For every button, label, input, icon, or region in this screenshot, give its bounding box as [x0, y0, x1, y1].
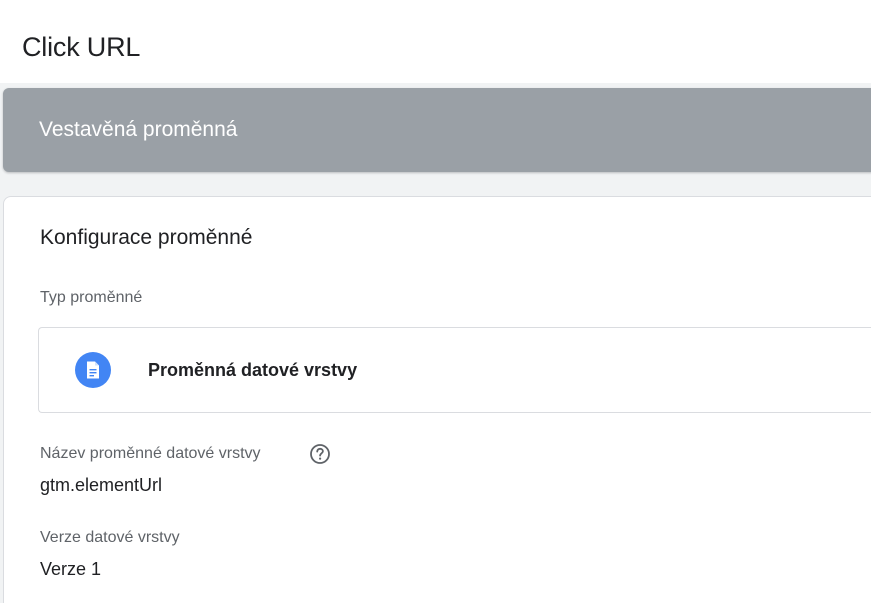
help-circle-icon[interactable]	[309, 443, 331, 465]
variable-editor-page: Click URL Vestavěná proměnná Konfigurace…	[0, 0, 871, 603]
data-layer-variable-name-label: Název proměnné datové vrstvy	[40, 445, 261, 462]
data-layer-version-value: Verze 1	[40, 559, 102, 579]
variable-type-selector[interactable]: Proměnná datové vrstvy	[38, 327, 871, 413]
data-layer-variable-name-value: gtm.elementUrl	[40, 475, 163, 495]
variable-configuration-card: Konfigurace proměnné Typ proměnné Proměn…	[3, 196, 871, 603]
builtin-variable-label: Vestavěná proměnná	[39, 118, 238, 141]
configuration-title: Konfigurace proměnné	[40, 226, 253, 249]
document-icon	[75, 352, 111, 388]
variable-type-name: Proměnná datové vrstvy	[148, 360, 358, 380]
data-layer-version-label: Verze datové vrstvy	[40, 529, 180, 546]
title-bar: Click URL	[0, 0, 871, 83]
builtin-variable-banner: Vestavěná proměnná	[3, 88, 871, 172]
variable-type-label: Typ proměnné	[40, 289, 143, 306]
page-title[interactable]: Click URL	[22, 30, 140, 64]
